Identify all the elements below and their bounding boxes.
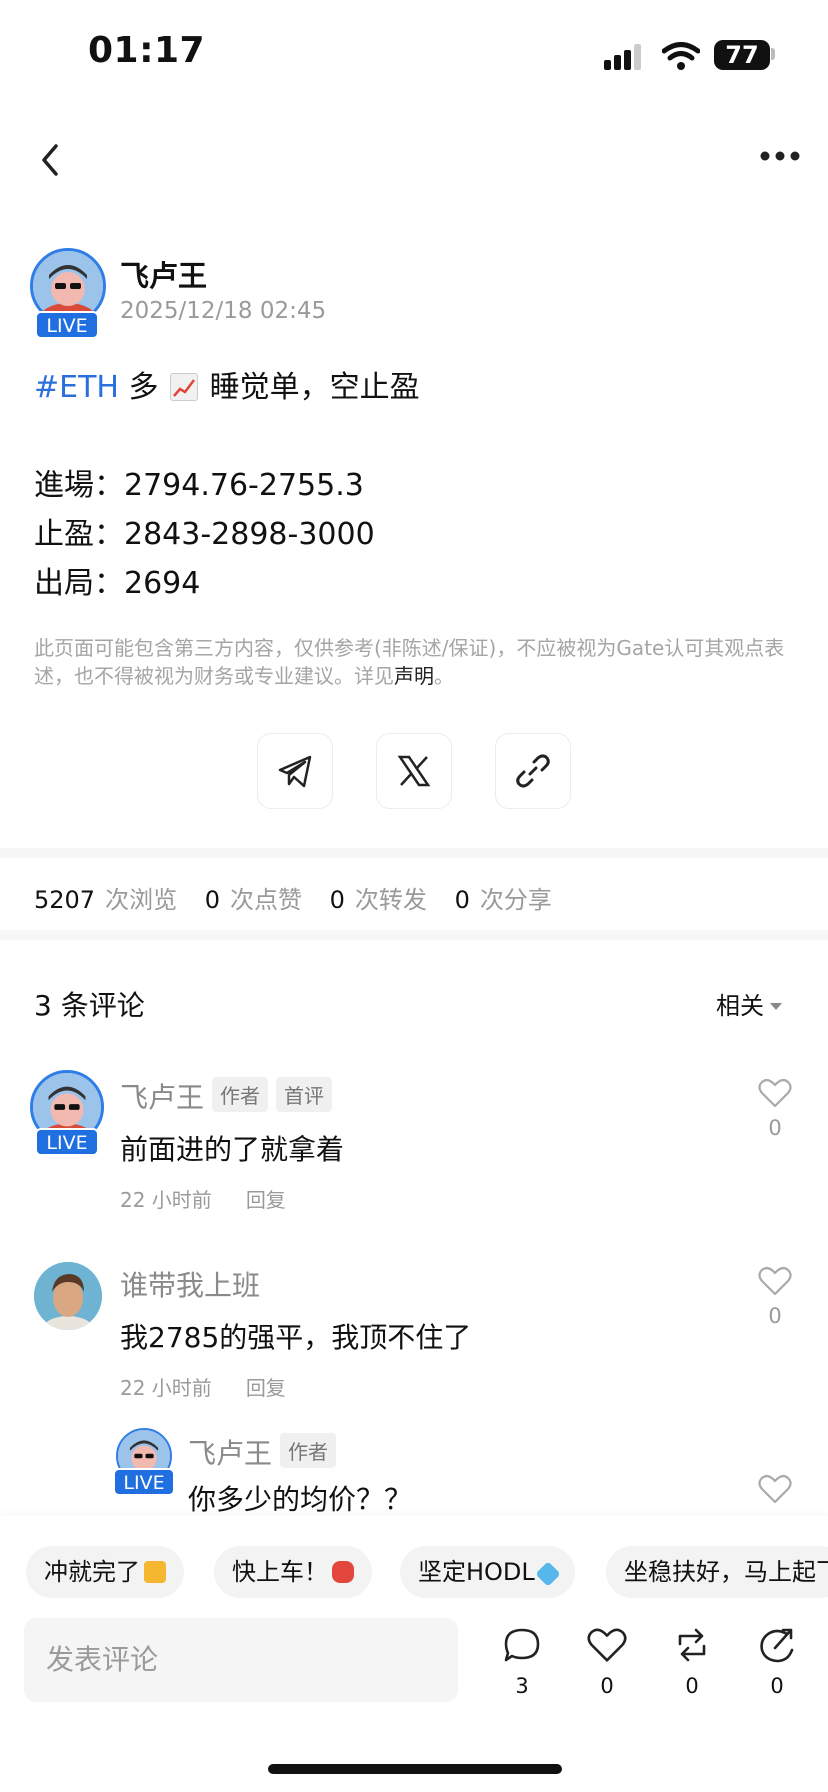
comment-meta: 22 小时前 回复 — [120, 1372, 286, 1401]
home-indicator — [268, 1764, 562, 1774]
comment-input[interactable]: 发表评论 — [24, 1618, 458, 1702]
comment-avatar[interactable] — [34, 1262, 102, 1330]
reposts-count: 0 — [329, 886, 345, 914]
shares-count: 0 — [454, 886, 470, 914]
views-count: 5207 — [34, 886, 96, 914]
heart-icon[interactable] — [758, 1474, 792, 1504]
sort-label: 相关 — [716, 992, 764, 1020]
heart-icon[interactable] — [758, 1266, 792, 1296]
reply-author[interactable]: 飞卢王 作者 — [188, 1432, 337, 1472]
heart-icon[interactable] — [758, 1078, 792, 1108]
telegram-icon — [278, 755, 312, 788]
quick-reply-chip[interactable]: 坚定HODL — [400, 1546, 575, 1598]
hashtag-link[interactable]: #ETH — [34, 370, 119, 405]
signal-icon — [604, 44, 641, 70]
quick-reply-label: 冲就完了 — [44, 1558, 140, 1586]
quick-reply-label: 快上车！ — [232, 1558, 328, 1586]
disclaimer: 此页面可能包含第三方内容，仅供参考(非陈述/保证)，不应被视为Gate认可其观点… — [34, 634, 794, 690]
quick-reply-chip[interactable]: 冲就完了 — [26, 1546, 184, 1598]
quick-reply-label: 坐稳扶好，马上起飞 — [624, 1558, 828, 1586]
reply-button[interactable]: 回复 — [246, 1376, 286, 1400]
like-count: 0 — [600, 1674, 614, 1698]
reply-author-name: 飞卢王 — [188, 1437, 273, 1470]
author-tag: 作者 — [212, 1077, 269, 1112]
chart-increasing-icon — [170, 373, 199, 401]
comment-count: 3 — [515, 1674, 529, 1698]
more-options-icon[interactable] — [760, 150, 800, 162]
entry-line: 進場：2794.76-2755.3 — [34, 468, 364, 503]
back-arrow-icon[interactable] — [36, 138, 64, 182]
repost-count: 0 — [685, 1674, 699, 1698]
reposts-label: 次转发 — [354, 886, 427, 914]
likes-count: 0 — [204, 886, 220, 914]
section-divider — [0, 930, 828, 940]
author-name[interactable]: 飞卢王 — [120, 253, 207, 295]
quick-reply-chip[interactable]: 快上车！ — [214, 1546, 372, 1598]
reply-button[interactable]: 回复 — [246, 1188, 286, 1212]
comment-author[interactable]: 飞卢王 作者 首评 — [120, 1076, 333, 1116]
comment-time: 22 小时前 — [120, 1188, 212, 1212]
comment-author-name[interactable]: 谁带我上班 — [120, 1264, 260, 1304]
shares-label: 次分享 — [479, 886, 552, 914]
x-logo-icon — [397, 755, 431, 787]
comment-action-button[interactable]: 3 — [492, 1626, 552, 1698]
reply-text: 你多少的均价？？ — [188, 1483, 413, 1516]
share-count: 0 — [770, 1674, 784, 1698]
likes-label: 次点赞 — [230, 886, 302, 914]
views-label: 次浏览 — [105, 886, 178, 914]
comment-text: 前面进的了就拿着 — [120, 1133, 345, 1166]
share-action-button[interactable]: 0 — [747, 1626, 807, 1698]
repost-icon — [678, 1628, 706, 1662]
battery-tip — [771, 48, 775, 60]
car-icon — [332, 1561, 354, 1583]
gem-icon — [535, 1561, 561, 1587]
quick-reply-label: 坚定HODL — [418, 1558, 535, 1586]
live-badge: LIVE — [35, 1128, 99, 1156]
quick-reply-chip[interactable]: 坐稳扶好，马上起飞 — [606, 1546, 828, 1598]
live-badge: LIVE — [35, 311, 99, 339]
disclaimer-end: 。 — [434, 664, 454, 688]
post-stats: 5207 次浏览 0 次点赞 0 次转发 0 次分享 — [34, 880, 572, 915]
link-icon — [516, 754, 550, 788]
author-tag: 作者 — [280, 1433, 337, 1468]
comment-bubble-icon — [504, 1628, 540, 1662]
take-profit-line: 止盈：2843-2898-3000 — [34, 517, 375, 552]
comment-meta: 22 小时前 回复 — [120, 1184, 286, 1213]
share-telegram-button[interactable] — [257, 733, 333, 809]
repost-action-button[interactable]: 0 — [662, 1626, 722, 1698]
first-comment-tag: 首评 — [276, 1077, 333, 1112]
wifi-icon — [662, 42, 700, 70]
comment-like-count: 0 — [768, 1304, 782, 1328]
comment-author-name: 飞卢王 — [120, 1081, 205, 1114]
comment-text: 我2785的强平，我顶不住了 — [120, 1321, 472, 1354]
heart-icon — [587, 1628, 627, 1662]
disclaimer-link[interactable]: 声明 — [394, 664, 434, 688]
comment-time: 22 小时前 — [120, 1376, 212, 1400]
copy-link-button[interactable] — [495, 733, 571, 809]
flexed-biceps-icon — [144, 1561, 166, 1583]
exit-line: 出局：2694 — [34, 566, 201, 601]
share-x-button[interactable] — [376, 733, 452, 809]
headline-part-b: 睡觉单，空止盈 — [200, 370, 420, 405]
sort-dropdown[interactable]: 相关 — [716, 986, 782, 1021]
chevron-down-icon — [770, 1003, 782, 1010]
section-divider — [0, 848, 828, 858]
post-headline: #ETH 多 睡觉单，空止盈 — [34, 362, 420, 406]
comments-title: 3 条评论 — [34, 989, 145, 1022]
status-time: 01:17 — [88, 30, 206, 71]
like-action-button[interactable]: 0 — [577, 1626, 637, 1698]
post-date: 2025/12/18 02:45 — [120, 298, 327, 324]
comment-like-count: 0 — [768, 1116, 782, 1140]
battery-indicator: 77 — [714, 40, 770, 70]
share-icon — [760, 1628, 794, 1663]
headline-part-a: 多 — [118, 370, 159, 405]
live-badge: LIVE — [113, 1468, 175, 1496]
